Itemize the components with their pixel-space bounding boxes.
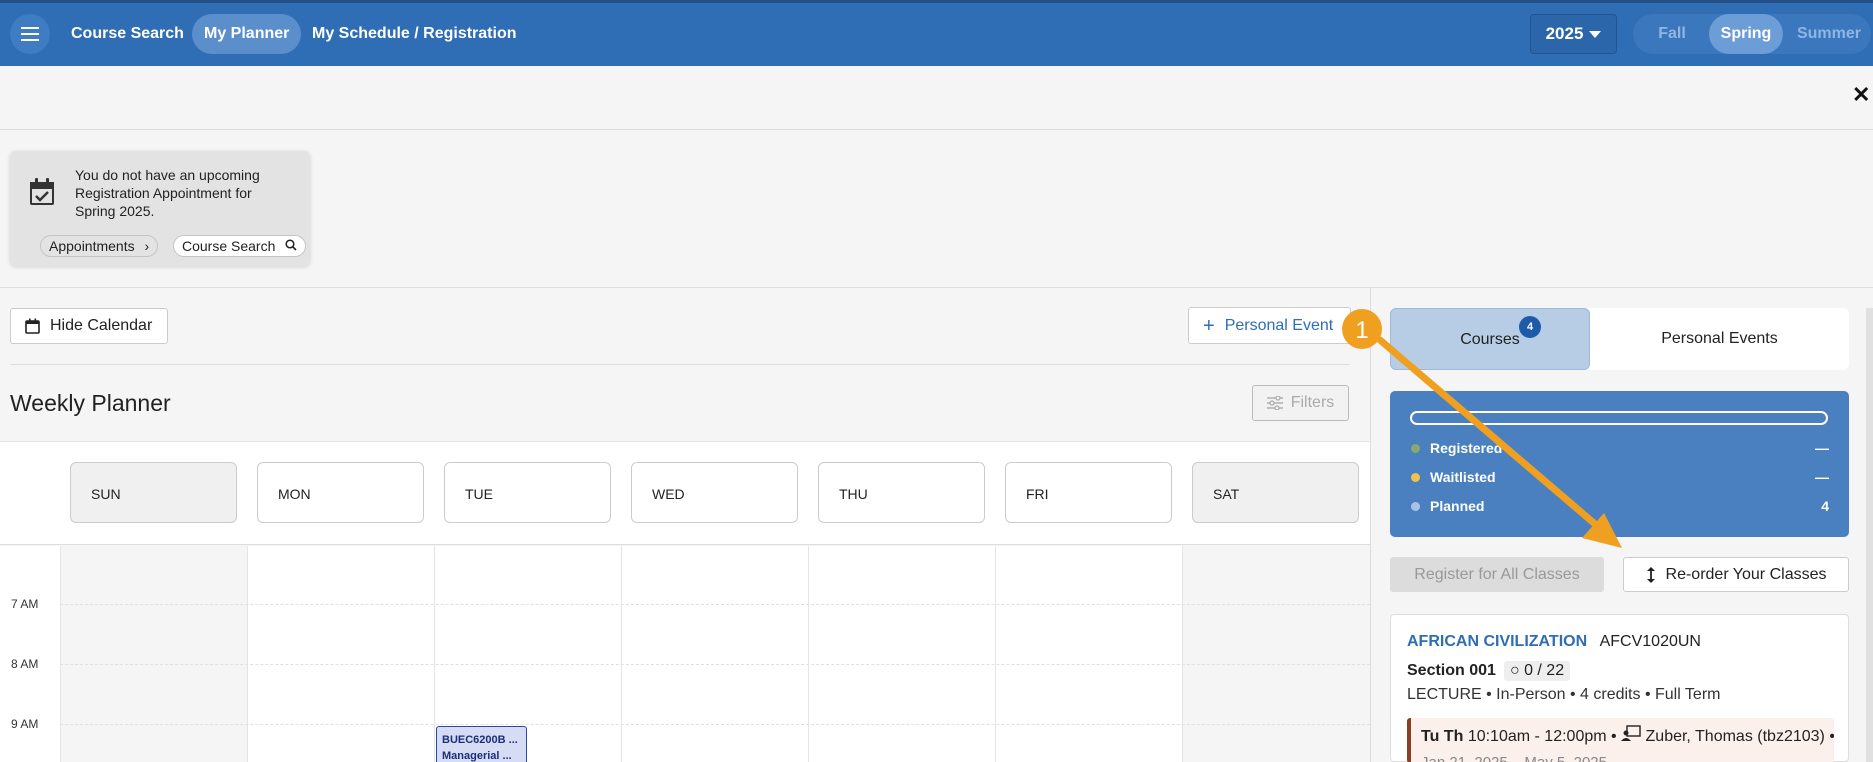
grid-column-line xyxy=(60,546,61,762)
grid-row-line xyxy=(60,664,1370,665)
day-header-fri: FRI xyxy=(1005,462,1172,523)
personal-event-label: Personal Event xyxy=(1224,316,1334,334)
status-value: — xyxy=(1815,440,1829,456)
event-subtitle: Managerial ... xyxy=(442,750,512,762)
appointment-notice-card: You do not have an upcoming Registration… xyxy=(10,151,310,266)
tab-personal-events[interactable]: Personal Events xyxy=(1590,308,1849,370)
sidebar-scrollbar[interactable] xyxy=(1866,308,1873,762)
grid-column-line xyxy=(1182,546,1183,762)
banner-strip xyxy=(0,66,1873,130)
status-registered: Registered — xyxy=(1411,439,1829,459)
instructor-icon xyxy=(1621,725,1645,745)
status-value: 4 xyxy=(1821,498,1829,514)
sidebar-tabs: Courses Personal Events xyxy=(1390,308,1849,370)
day-header-wed: WED xyxy=(631,462,798,523)
status-value: — xyxy=(1815,469,1829,485)
registered-dot xyxy=(1411,444,1420,453)
calendar-icon xyxy=(25,318,40,334)
day-header-tue: TUE xyxy=(444,462,611,523)
planned-dot xyxy=(1411,502,1420,511)
status-label: Registered xyxy=(1430,440,1503,456)
grid-column-line xyxy=(434,546,435,762)
grid-column-line xyxy=(247,546,248,762)
reorder-label: Re-order Your Classes xyxy=(1665,565,1827,583)
hamburger-menu-button[interactable] xyxy=(10,14,50,54)
hide-calendar-button[interactable]: Hide Calendar xyxy=(10,308,168,344)
grid-column-line xyxy=(621,546,622,762)
top-nav-bar: Course Search My Planner My Schedule / R… xyxy=(0,0,1873,66)
course-title: AFRICAN CIVILIZATION AFCV1020UN xyxy=(1407,633,1701,651)
day-header-thu: THU xyxy=(818,462,985,523)
chevron-right-icon: › xyxy=(144,238,150,254)
time-label-9am: 9 AM xyxy=(11,717,39,731)
tab-courses[interactable]: Courses xyxy=(1390,308,1590,370)
courses-count-badge: 4 xyxy=(1519,316,1541,338)
appointments-label: Appointments xyxy=(49,238,135,254)
seats-value: 0 / 22 xyxy=(1524,662,1565,679)
meeting-days: Tu Th xyxy=(1421,728,1464,745)
filters-button[interactable]: Filters xyxy=(1252,385,1349,421)
status-planned: Planned 4 xyxy=(1411,497,1829,517)
term-fall[interactable]: Fall xyxy=(1633,14,1711,54)
reorder-classes-button[interactable]: Re-order Your Classes xyxy=(1623,557,1849,592)
day-header-sat: SAT xyxy=(1192,462,1359,523)
weekend-column-sun xyxy=(61,546,247,762)
close-icon[interactable]: ✕ xyxy=(1852,82,1870,108)
registration-status-card: Registered — Waitlisted — Planned 4 xyxy=(1390,391,1849,537)
course-search-label: Course Search xyxy=(182,238,276,254)
register-all-button[interactable]: Register for All Classes xyxy=(1390,557,1604,592)
meeting-info: Tu Th 10:10am - 12:00pm • Zuber, Thomas … xyxy=(1407,718,1834,762)
year-select[interactable]: 2025 xyxy=(1530,14,1617,54)
course-search-link[interactable]: Course Search xyxy=(173,235,307,257)
status-waitlisted: Waitlisted — xyxy=(1411,468,1829,488)
plus-icon: + xyxy=(1203,314,1215,337)
up-down-arrow-icon xyxy=(1646,566,1655,583)
filters-label: Filters xyxy=(1290,394,1335,411)
event-title: BUEC6200B ... xyxy=(442,734,518,746)
meeting-dates: Jan 21, 2025 – May 5, 2025 xyxy=(1421,754,1834,762)
meeting-time: 10:10am - 12:00pm • xyxy=(1467,728,1617,745)
divider xyxy=(10,364,1350,365)
sliders-icon xyxy=(1266,396,1283,410)
hide-calendar-label: Hide Calendar xyxy=(50,317,153,334)
time-label-7am: 7 AM xyxy=(11,597,39,611)
time-label-8am: 8 AM xyxy=(11,657,39,671)
add-personal-event-button[interactable]: + Personal Event xyxy=(1188,307,1351,344)
grid-column-line xyxy=(808,546,809,762)
course-name-link[interactable]: AFRICAN CIVILIZATION xyxy=(1407,633,1587,650)
instructor-name: Zuber, Thomas (tbz2103) • xyxy=(1645,728,1834,745)
course-code: AFCV1020UN xyxy=(1599,633,1701,650)
page-title: Weekly Planner xyxy=(10,390,171,416)
caret-down-icon xyxy=(1589,30,1602,38)
grid-column-line xyxy=(995,546,996,762)
weekend-column-sat xyxy=(1183,546,1370,762)
status-label: Planned xyxy=(1430,498,1485,514)
course-details: LECTURE • In-Person • 4 credits • Full T… xyxy=(1407,686,1721,703)
seats-circle-icon: ○ xyxy=(1509,662,1520,679)
hamburger-icon xyxy=(21,27,39,41)
term-spring[interactable]: Spring xyxy=(1709,14,1783,54)
nav-my-schedule[interactable]: My Schedule / Registration xyxy=(300,14,528,54)
term-summer[interactable]: Summer xyxy=(1787,14,1871,54)
appointments-link[interactable]: Appointments › xyxy=(40,235,159,257)
search-icon xyxy=(285,238,297,254)
progress-bar xyxy=(1410,411,1828,425)
course-card: AFRICAN CIVILIZATION AFCV1020UN Section … xyxy=(1390,614,1849,762)
grid-row-line xyxy=(60,724,1370,725)
seats-badge: ○ 0 / 22 xyxy=(1503,661,1571,681)
calendar-check-icon xyxy=(30,178,54,205)
nav-course-search[interactable]: Course Search xyxy=(59,14,196,54)
day-header-mon: MON xyxy=(257,462,424,523)
section-row: Section 001 ○ 0 / 22 xyxy=(1407,661,1571,681)
appointment-message: You do not have an upcoming Registration… xyxy=(75,167,260,219)
year-value: 2025 xyxy=(1545,24,1584,43)
term-toggle-group: Fall Spring Summer xyxy=(1633,14,1871,54)
status-label: Waitlisted xyxy=(1430,469,1496,485)
waitlisted-dot xyxy=(1411,473,1420,482)
calendar-event-block[interactable]: BUEC6200B ... Managerial ... xyxy=(436,726,527,762)
section-label: Section 001 xyxy=(1407,662,1496,679)
grid-row-line xyxy=(60,604,1370,605)
nav-my-planner[interactable]: My Planner xyxy=(192,14,302,54)
day-header-sun: SUN xyxy=(70,462,237,523)
